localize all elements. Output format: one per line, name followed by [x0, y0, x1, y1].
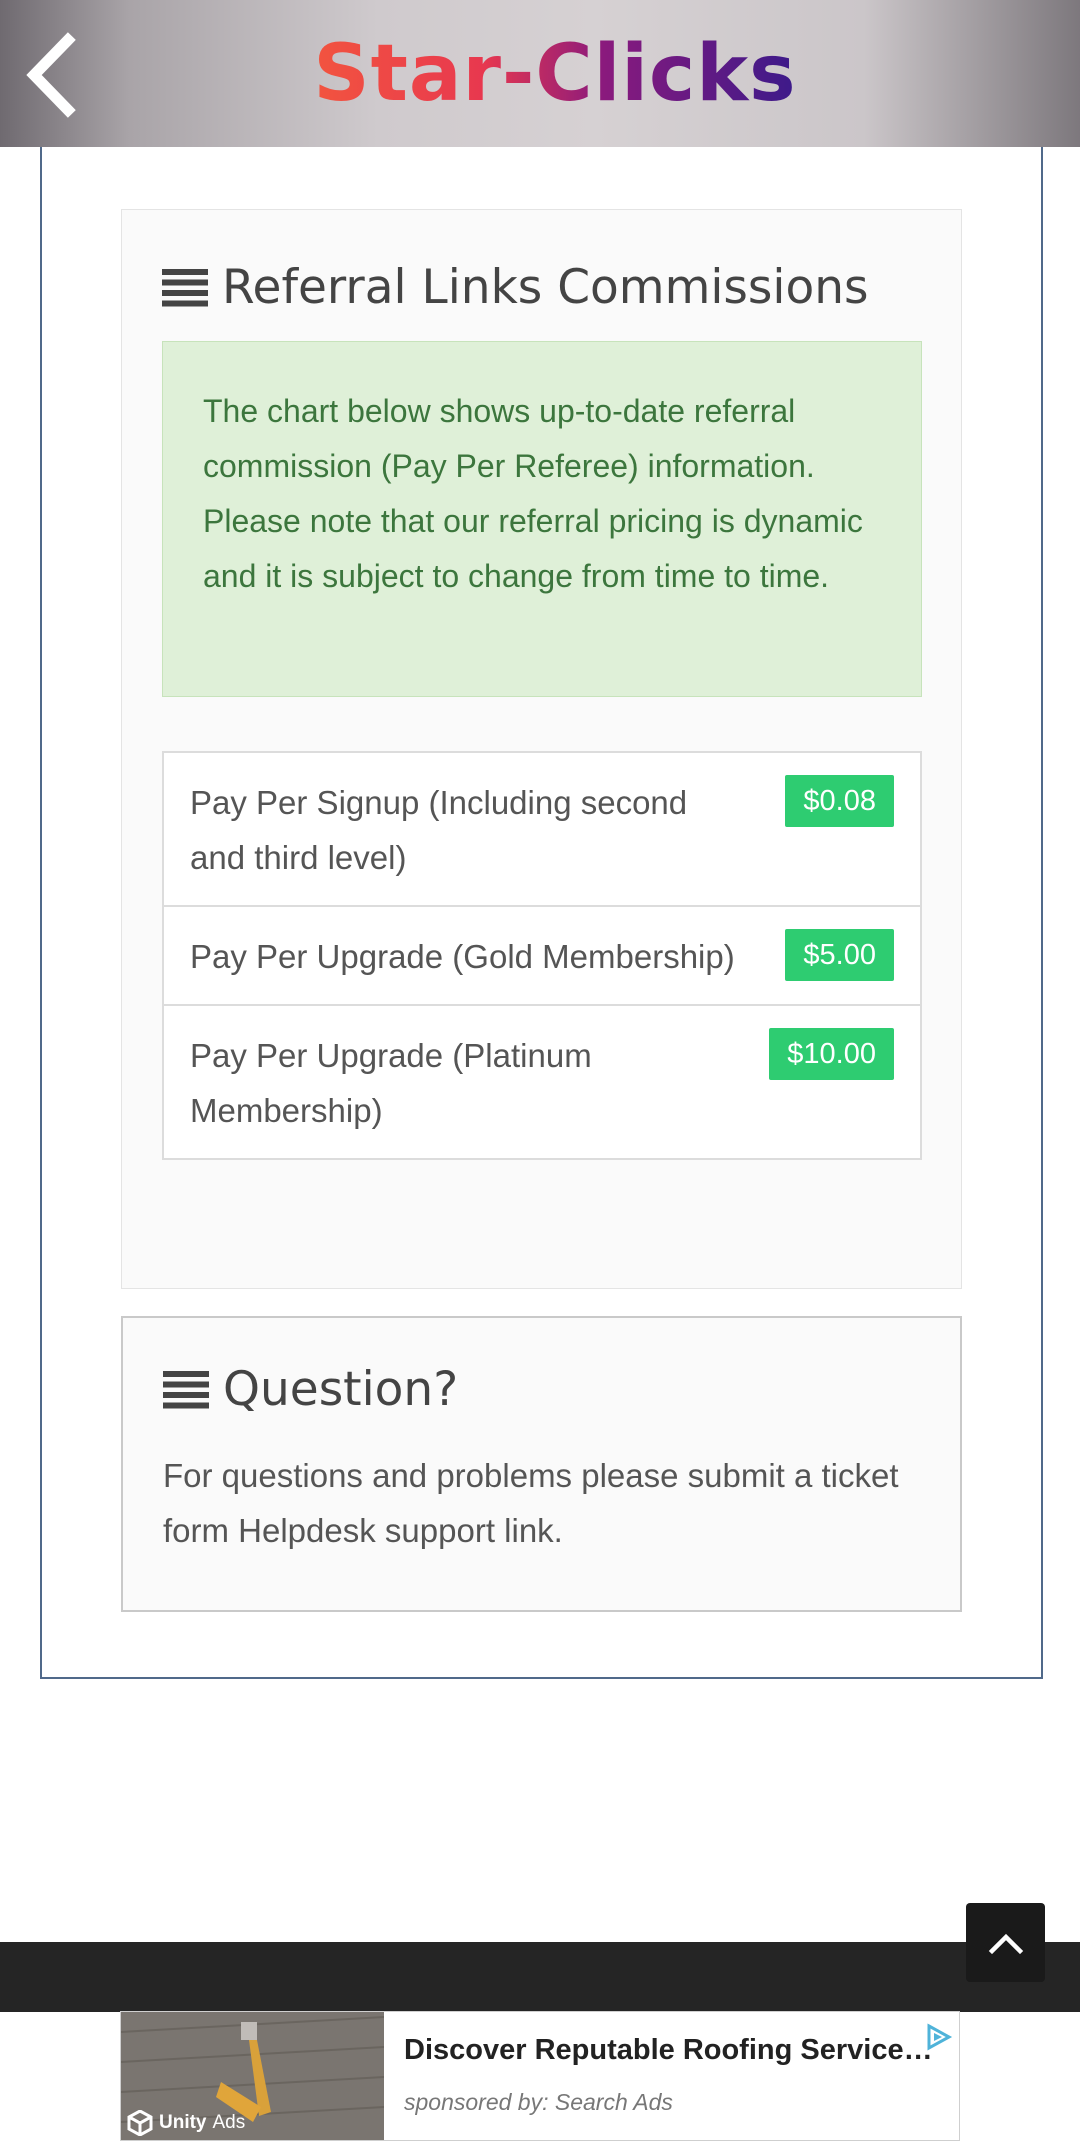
- ad-title[interactable]: Discover Reputable Roofing Services…: [404, 2034, 934, 2067]
- question-text: For questions and problems please submit…: [163, 1457, 899, 1549]
- scroll-top-button[interactable]: [966, 1903, 1045, 1982]
- bars-icon: [162, 268, 208, 306]
- chevron-left-icon: [26, 32, 76, 118]
- unity-ads-tag: Unity Ads: [127, 2110, 245, 2136]
- amount-badge: $10.00: [769, 1028, 894, 1080]
- question-title-text: Question?: [223, 1362, 459, 1417]
- unity-brand: Unity: [159, 2112, 207, 2133]
- amount-badge: $5.00: [785, 929, 894, 981]
- footer-bar: [0, 1942, 1080, 2012]
- logo[interactable]: Star-Clicks: [313, 29, 796, 119]
- back-button[interactable]: [18, 30, 98, 120]
- ad-banner[interactable]: Unity Ads Discover Reputable Roofing Ser…: [120, 2011, 960, 2141]
- question-panel-title: Question?: [163, 1362, 458, 1417]
- referral-panel: Referral Links Commissions The chart bel…: [121, 209, 962, 1289]
- ad-body[interactable]: Discover Reputable Roofing Services… spo…: [384, 2012, 959, 2140]
- info-notice: The chart below shows up-to-date referra…: [162, 341, 922, 697]
- ad-sponsor: sponsored by: Search Ads: [404, 2089, 673, 2115]
- bars-icon: [163, 1370, 209, 1408]
- list-item: Pay Per Upgrade (Gold Membership) $5.00: [164, 905, 920, 1004]
- commission-list: Pay Per Signup (Including second and thi…: [162, 751, 922, 1160]
- chevron-up-icon: [988, 1933, 1023, 1954]
- list-item: Pay Per Signup (Including second and thi…: [164, 753, 920, 905]
- ad-choices-icon[interactable]: [923, 2022, 953, 2052]
- question-panel: Question? For questions and problems ple…: [121, 1316, 962, 1612]
- ad-image[interactable]: Unity Ads: [121, 2012, 384, 2140]
- referral-panel-title: Referral Links Commissions: [162, 260, 868, 315]
- list-item: Pay Per Upgrade (Platinum Membership) $1…: [164, 1004, 920, 1158]
- unity-ads-label: Ads: [212, 2112, 246, 2133]
- referral-title-text: Referral Links Commissions: [222, 260, 869, 315]
- amount-badge: $0.08: [785, 775, 894, 827]
- app-header: Star-Clicks: [0, 0, 1080, 147]
- unity-logo-icon: [127, 2110, 153, 2136]
